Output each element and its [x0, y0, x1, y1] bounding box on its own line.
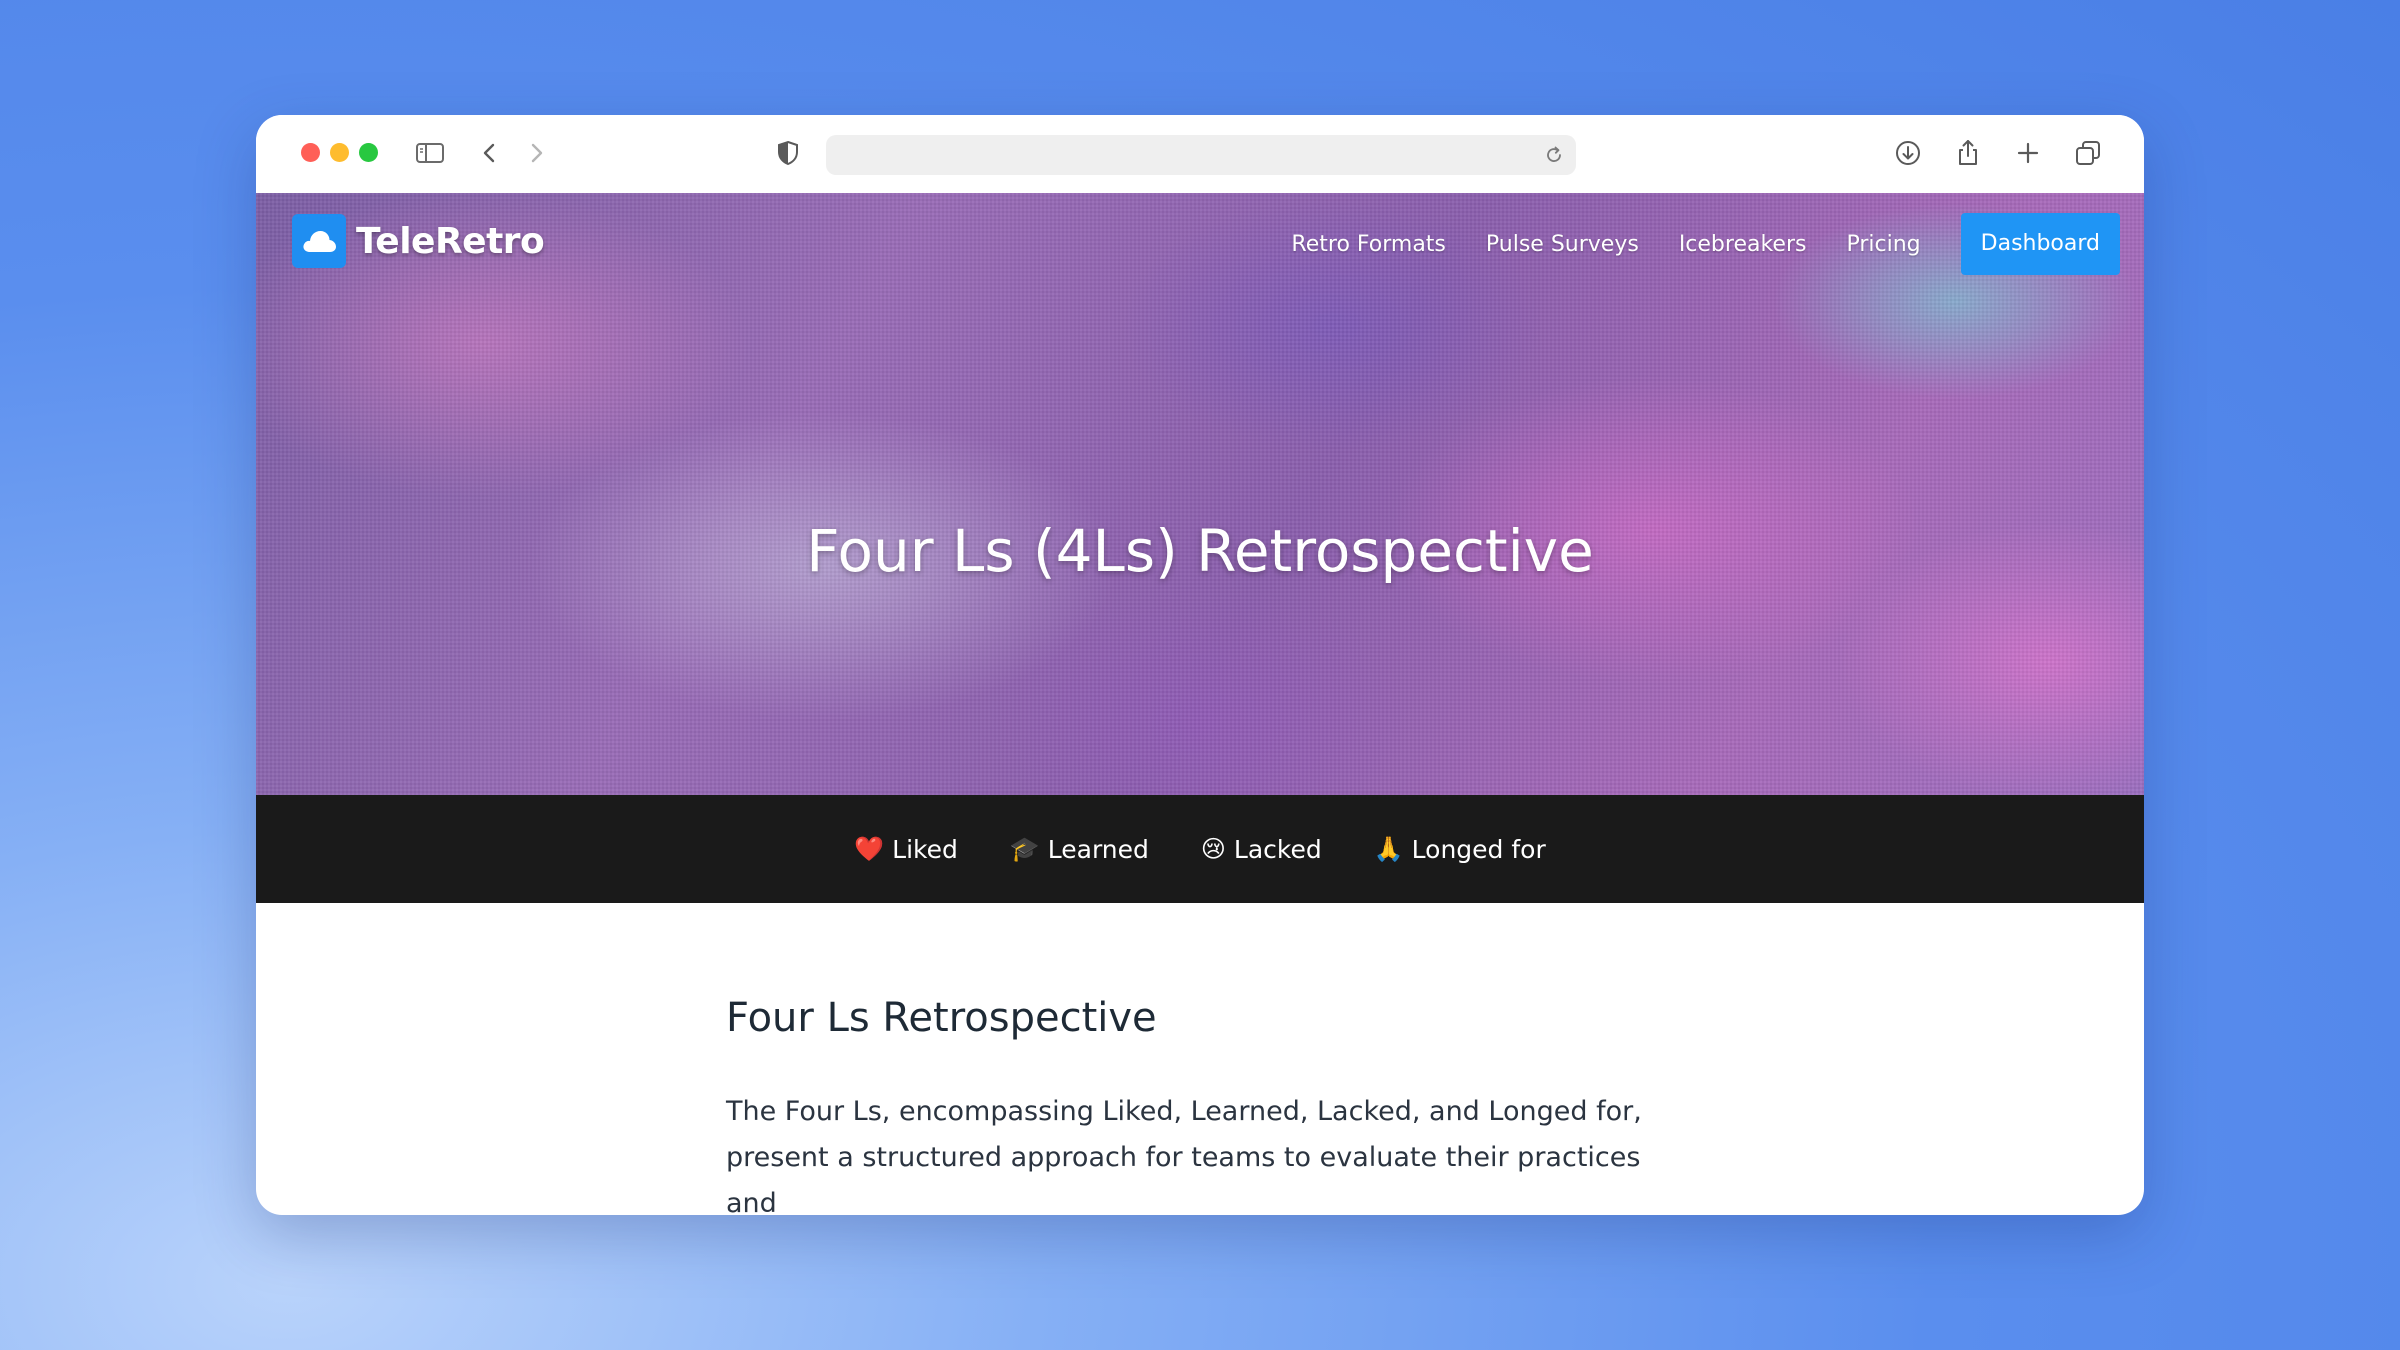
tab-label: Lacked [1233, 834, 1322, 864]
address-bar[interactable] [826, 135, 1576, 175]
graduation-cap-icon: 🎓 [1009, 835, 1040, 863]
reload-icon[interactable] [1542, 143, 1566, 167]
intro-paragraph: The Four Ls, encompassing Liked, Learned… [726, 1096, 1642, 1215]
praying-hands-icon: 🙏 [1373, 835, 1404, 863]
dashboard-button[interactable]: Dashboard [1960, 213, 2120, 275]
minimize-window-button[interactable] [330, 143, 349, 162]
nav-pricing[interactable]: Pricing [1846, 232, 1920, 257]
sidebar-icon[interactable] [414, 137, 446, 169]
tab-label: Liked [892, 834, 958, 864]
sad-face-icon: 😢 [1200, 835, 1226, 863]
main-nav: Retro Formats Pulse Surveys Icebreakers … [1291, 213, 2120, 275]
tab-lacked[interactable]: 😢 Lacked [1201, 835, 1322, 864]
nav-retro-formats[interactable]: Retro Formats [1291, 232, 1445, 257]
tab-liked[interactable]: ❤️ Liked [854, 835, 958, 864]
back-icon[interactable] [474, 137, 506, 169]
tabs-overview-icon[interactable] [2072, 137, 2104, 169]
hero-banner: TeleRetro Retro Formats Pulse Surveys Ic… [256, 193, 2144, 795]
cloud-icon [292, 214, 346, 268]
article-content: Four Ls Retrospective The Four Ls, encom… [726, 995, 1686, 1215]
browser-window: TeleRetro Retro Formats Pulse Surveys Ic… [256, 115, 2144, 1215]
zoom-window-button[interactable] [359, 143, 378, 162]
section-title: Four Ls Retrospective [726, 995, 1157, 1041]
tab-label: Longed for [1411, 834, 1546, 864]
share-icon[interactable] [1952, 137, 1984, 169]
download-icon[interactable] [1892, 137, 1924, 169]
browser-toolbar [256, 115, 2144, 194]
close-window-button[interactable] [301, 143, 320, 162]
page-title: Four Ls (4Ls) Retrospective [806, 516, 1594, 585]
forward-icon[interactable] [520, 137, 552, 169]
tab-longed-for[interactable]: 🙏 Longed for [1374, 835, 1546, 864]
heart-icon: ❤️ [854, 835, 885, 863]
brand-logo[interactable]: TeleRetro [292, 214, 545, 268]
format-tab-bar: ❤️ Liked 🎓 Learned 😢 Lacked 🙏 Longed for [256, 795, 2144, 903]
tab-learned[interactable]: 🎓 Learned [1010, 835, 1149, 864]
tab-label: Learned [1047, 834, 1149, 864]
shield-icon[interactable] [772, 137, 804, 169]
nav-pulse-surveys[interactable]: Pulse Surveys [1486, 232, 1639, 257]
brand-name: TeleRetro [356, 220, 545, 262]
nav-icebreakers[interactable]: Icebreakers [1679, 232, 1807, 257]
new-tab-icon[interactable] [2012, 137, 2044, 169]
